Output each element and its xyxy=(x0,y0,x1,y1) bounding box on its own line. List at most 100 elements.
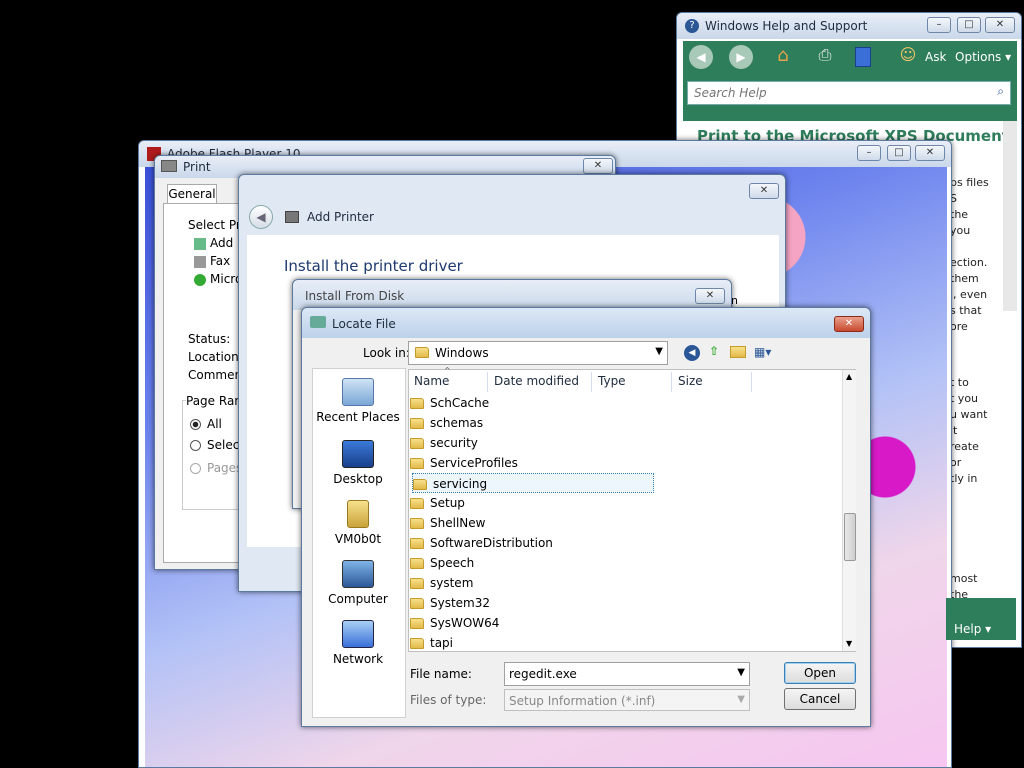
people-icon[interactable]: ☺ xyxy=(897,45,919,69)
help-text-fragment: ps files xyxy=(950,176,989,189)
close-button[interactable]: ✕ xyxy=(583,158,613,174)
tab-general[interactable]: General xyxy=(167,184,217,204)
look-in-label: Look in: xyxy=(363,346,410,360)
back-icon[interactable]: ◀ xyxy=(689,45,713,69)
print-title: Print xyxy=(183,160,211,174)
list-item[interactable]: Speech xyxy=(410,553,650,573)
forward-icon[interactable]: ▶ xyxy=(729,45,753,69)
folder-icon xyxy=(410,438,424,449)
list-item[interactable]: Setup xyxy=(410,493,650,513)
folder-icon xyxy=(410,598,424,609)
close-button[interactable]: ✕ xyxy=(749,183,779,199)
list-item[interactable]: servicing xyxy=(412,473,654,493)
open-button[interactable]: Open xyxy=(784,662,856,684)
folder-icon xyxy=(410,398,424,409)
list-item[interactable]: SoftwareDistribution xyxy=(410,533,650,553)
list-item[interactable]: system xyxy=(410,573,650,593)
vertical-scrollbar[interactable]: ▲ ▼ xyxy=(842,370,856,651)
file-name: Setup xyxy=(430,496,465,510)
print-icon[interactable]: ⎙ xyxy=(813,45,837,69)
scroll-down-arrow[interactable]: ▼ xyxy=(846,639,852,648)
close-button[interactable]: ✕ xyxy=(985,17,1015,33)
ask-button[interactable]: Ask xyxy=(925,50,946,64)
radio-all[interactable]: All xyxy=(190,417,222,431)
locate-title: Locate File xyxy=(332,317,396,331)
chevron-down-icon[interactable]: ▼ xyxy=(737,667,745,678)
help-text-fragment: you xyxy=(950,224,971,237)
file-name-input[interactable] xyxy=(507,664,727,684)
search-input[interactable] xyxy=(692,83,982,103)
user-folder-icon xyxy=(347,500,369,528)
list-item[interactable]: ServiceProfiles xyxy=(410,453,650,473)
book-icon[interactable] xyxy=(855,47,871,67)
locate-titlebar[interactable]: Locate File ✕ xyxy=(302,308,870,338)
look-in-dropdown[interactable]: Windows ▼ xyxy=(408,341,668,365)
file-name: SchCache xyxy=(430,396,490,410)
back-icon[interactable]: ◀ xyxy=(684,345,700,361)
locate-icon xyxy=(310,316,326,328)
close-button[interactable]: ✕ xyxy=(915,145,945,161)
column-size[interactable]: Size xyxy=(674,372,752,392)
column-type[interactable]: Type xyxy=(594,372,672,392)
place-user-folder[interactable]: VM0b0t xyxy=(316,500,400,546)
help-text-fragment: tly in xyxy=(950,472,978,485)
folder-icon xyxy=(410,538,424,549)
list-item[interactable]: tapi xyxy=(410,633,650,653)
place-network[interactable]: Network xyxy=(316,620,400,666)
close-button[interactable]: ✕ xyxy=(695,288,725,304)
desktop-icon xyxy=(342,440,374,468)
files-of-type-select[interactable]: Setup Information (*.inf) ▼ xyxy=(504,689,750,711)
install-titlebar[interactable]: Install From Disk ✕ xyxy=(293,280,731,310)
file-name: Speech xyxy=(430,556,475,570)
help-body-scrollbar[interactable] xyxy=(1003,121,1017,311)
maximize-button[interactable]: □ xyxy=(887,145,911,161)
chevron-down-icon[interactable]: ▼ xyxy=(655,346,663,357)
options-button[interactable]: Options ▾ xyxy=(955,50,1011,64)
help-text-fragment: t to xyxy=(950,376,969,389)
list-item[interactable]: SysWOW64 xyxy=(410,613,650,633)
close-button[interactable]: ✕ xyxy=(834,316,864,332)
place-recent-places[interactable]: Recent Places xyxy=(316,378,400,424)
help-text-fragment: u want xyxy=(950,408,988,421)
minimize-button[interactable]: – xyxy=(857,145,881,161)
help-toolbar: ◀ ▶ ⌂ ⎙ ☺ Ask Options ▾ ⌕ xyxy=(683,41,1017,121)
maximize-button[interactable]: □ xyxy=(957,17,981,33)
place-desktop[interactable]: Desktop xyxy=(316,440,400,486)
file-name: schemas xyxy=(430,416,484,430)
help-icon: ? xyxy=(685,19,699,33)
folder-icon xyxy=(415,347,429,358)
column-name[interactable]: Name xyxy=(410,372,488,392)
radio-pages[interactable]: Pages xyxy=(190,461,242,475)
list-item[interactable]: System32 xyxy=(410,593,650,613)
up-folder-icon[interactable]: ⇧ xyxy=(706,344,722,360)
home-icon[interactable]: ⌂ xyxy=(771,45,795,69)
new-folder-icon[interactable] xyxy=(730,346,746,358)
list-item[interactable]: schemas xyxy=(410,413,650,433)
help-search-field[interactable]: ⌕ xyxy=(687,81,1011,105)
folder-icon xyxy=(410,578,424,589)
help-text-fragment: them xyxy=(950,272,979,285)
file-name-combo[interactable]: ▼ xyxy=(504,662,750,686)
view-menu-icon[interactable]: ▦▾ xyxy=(754,345,778,359)
look-in-value: Windows xyxy=(435,346,489,360)
printer-list-item[interactable]: Fax xyxy=(194,254,230,268)
list-item[interactable]: ShellNew xyxy=(410,513,650,533)
scrollbar-thumb[interactable] xyxy=(844,513,856,561)
printer-list-item[interactable]: Micro xyxy=(194,272,242,286)
scroll-up-arrow[interactable]: ▲ xyxy=(846,372,852,381)
help-text-fragment: ection. xyxy=(950,256,988,269)
back-button[interactable]: ◀ xyxy=(249,205,273,229)
search-icon[interactable]: ⌕ xyxy=(997,84,1004,99)
minimize-button[interactable]: – xyxy=(927,17,951,33)
cancel-button[interactable]: Cancel xyxy=(784,688,856,710)
printer-list-item[interactable]: Add P xyxy=(194,236,244,250)
list-item[interactable]: security xyxy=(410,433,650,453)
column-date-modified[interactable]: Date modified xyxy=(490,372,592,392)
list-item[interactable]: SchCache xyxy=(410,393,650,413)
place-computer[interactable]: Computer xyxy=(316,560,400,606)
chevron-down-icon[interactable]: ▼ xyxy=(737,694,745,705)
folder-icon xyxy=(410,558,424,569)
help-titlebar[interactable]: ? Windows Help and Support – □ ✕ xyxy=(677,13,1021,39)
help-menu-button[interactable]: Help ▾ xyxy=(954,622,991,636)
file-name: ShellNew xyxy=(430,516,486,530)
